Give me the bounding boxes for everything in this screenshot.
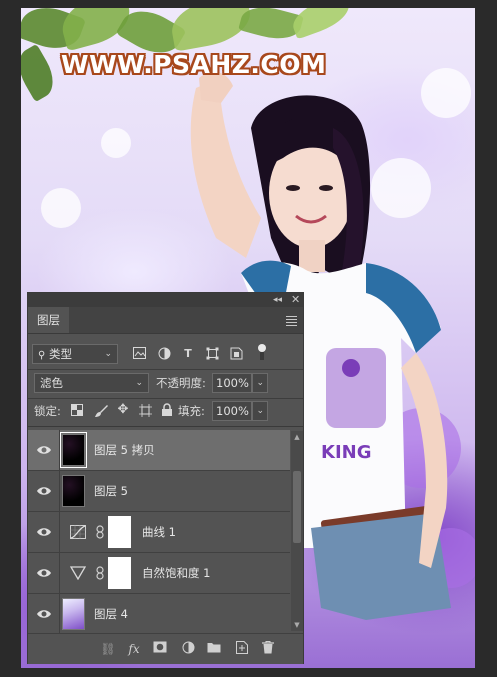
blend-mode-select[interactable]: 滤色 ⌄ [34,373,149,393]
filter-kind-label: 类型 [48,347,72,361]
layers-scrollbar[interactable]: ▲ ▼ [291,431,303,631]
panel-tab-row: 图层 [28,307,303,334]
chevron-down-icon: ⌄ [256,406,264,416]
opacity-input[interactable]: 100% [212,373,252,393]
layer-row[interactable]: 自然饱和度 1 [28,553,290,594]
layer-name[interactable]: 图层 5 拷贝 [94,442,155,458]
panel-menu-icon[interactable] [286,314,297,326]
visibility-eye-icon[interactable] [36,525,52,539]
layer-row[interactable]: 图层 5 拷贝 [28,430,290,471]
scrollbar-thumb[interactable] [293,471,301,543]
opacity-dropdown[interactable]: ⌄ [252,373,268,393]
lock-transparent-icon[interactable] [70,404,84,418]
fill-input[interactable]: 100% [212,401,252,421]
layer-name[interactable]: 自然饱和度 1 [142,565,210,581]
fill-label: 填充: [178,404,205,418]
layer-thumbnail [60,432,87,468]
layer-mask-thumbnail[interactable] [108,557,131,589]
visibility-eye-icon[interactable] [36,566,52,580]
layer-name[interactable]: 曲线 1 [142,524,176,540]
layers-list: 图层 5 拷贝 图层 5 曲线 1 自然饱和度 1 图层 4 [28,430,290,635]
layer-name[interactable]: 图层 4 [94,606,128,622]
visibility-eye-icon[interactable] [36,607,52,621]
add-mask-icon[interactable] [152,641,168,657]
new-adjustment-layer-icon[interactable] [180,641,196,657]
fill-dropdown[interactable]: ⌄ [252,401,268,421]
blend-mode-value: 滤色 [40,376,63,390]
chevron-down-icon: ⌄ [256,378,264,388]
layer-name[interactable]: 图层 5 [94,483,128,499]
collapse-icon[interactable]: ◂◂ [273,293,282,307]
lock-artboard-icon[interactable] [138,404,152,418]
layer-style-fx-icon[interactable]: fx [126,641,142,657]
lock-pixels-brush-icon[interactable] [94,404,108,418]
curves-adjustment-icon [70,525,86,539]
filter-pixel-icon[interactable] [132,347,146,361]
layer-row[interactable]: 图层 5 [28,471,290,512]
chevron-down-icon: ⌄ [135,378,143,388]
lock-all-icon[interactable] [160,403,174,417]
panel-footer: ⛓ fx [28,633,303,664]
lock-position-move-icon[interactable]: ✥ [116,403,130,417]
scroll-up-arrow-icon[interactable]: ▲ [291,433,303,441]
delete-layer-trash-icon[interactable] [260,641,276,657]
new-group-folder-icon[interactable] [206,641,222,657]
layers-panel: ◂◂ ✕ 图层 ⚲ 类型 ⌄ T 滤色 ⌄ 不透明度: 100% ⌄ 锁定: ✥… [27,292,304,664]
visibility-eye-icon[interactable] [36,484,52,498]
link-chain-icon[interactable] [96,566,104,580]
layer-filter-select[interactable]: ⚲ 类型 ⌄ [32,344,118,364]
close-panel-icon[interactable]: ✕ [291,293,300,307]
filter-smartobject-icon[interactable] [229,347,243,361]
layer-row[interactable]: 图层 4 [28,594,290,635]
filter-adjustment-icon[interactable] [157,347,171,361]
tab-layers[interactable]: 图层 [28,307,69,333]
vibrance-adjustment-icon [70,566,86,580]
layer-thumbnail [62,475,85,507]
svg-text:KING: KING [321,442,371,463]
link-chain-icon[interactable] [96,525,104,539]
scroll-down-arrow-icon[interactable]: ▼ [291,621,303,629]
new-layer-icon[interactable] [234,641,250,657]
lock-label: 锁定: [34,404,61,418]
search-icon: ⚲ [38,350,46,361]
panel-titlebar[interactable]: ◂◂ ✕ [28,293,303,307]
filter-shape-icon[interactable] [205,347,219,361]
chevron-down-icon: ⌄ [104,349,112,359]
layer-mask-thumbnail[interactable] [108,516,131,548]
opacity-label: 不透明度: [156,376,206,390]
layer-thumbnail [62,598,85,630]
layer-row[interactable]: 曲线 1 [28,512,290,553]
filter-toggle-icon[interactable] [255,343,269,360]
watermark-text: WWW.PSAHZ.COM [61,50,327,79]
link-layers-icon[interactable]: ⛓ [100,641,116,657]
filter-type-icon[interactable]: T [181,347,195,361]
visibility-eye-icon[interactable] [36,443,52,457]
